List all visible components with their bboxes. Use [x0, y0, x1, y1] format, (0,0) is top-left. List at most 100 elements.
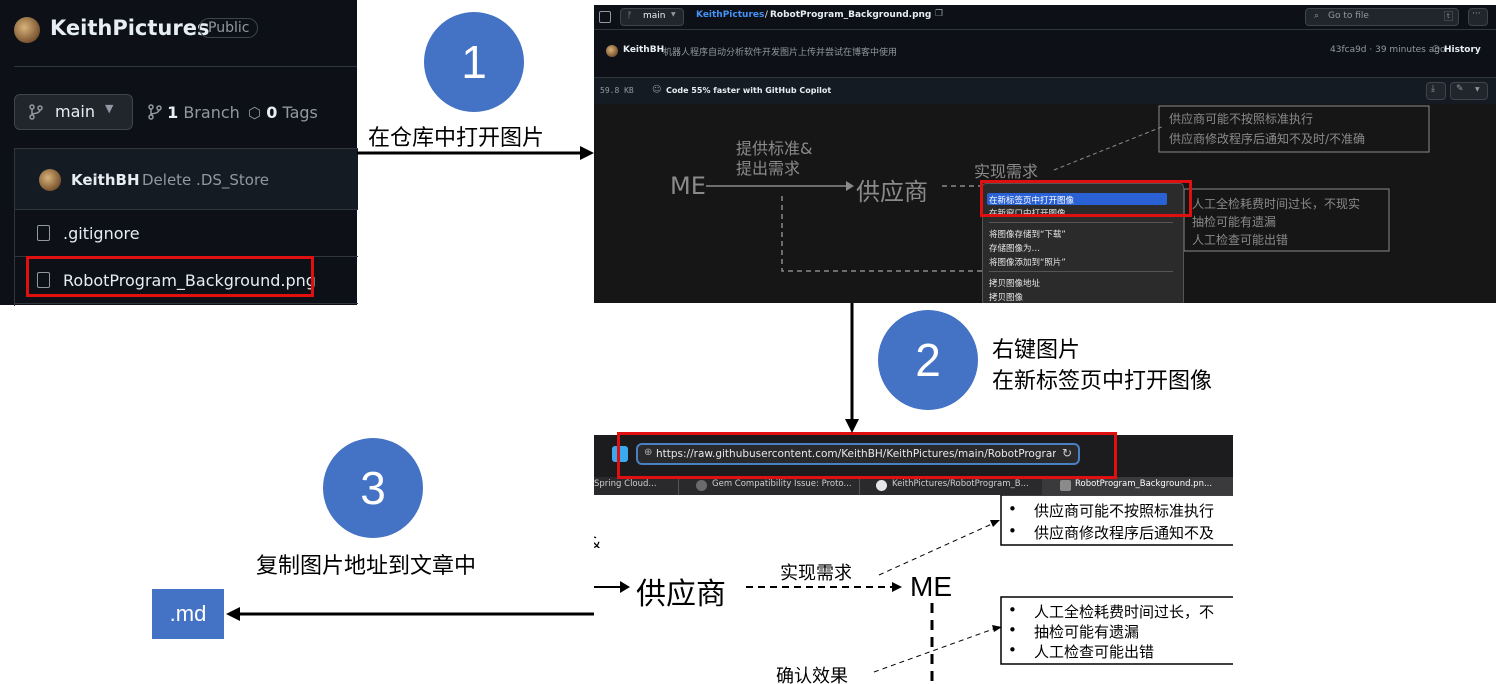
branch-icon — [29, 104, 43, 120]
arrowhead — [892, 582, 902, 592]
issue-bullet: • — [1008, 522, 1017, 540]
raw-image-view: & 供应商 实现需求 ME 确认效果 • 供应商可能不按照标准执行 • 供应商修… — [594, 495, 1233, 684]
tab[interactable]: KeithPictures/RobotProgram_B... — [892, 479, 1029, 489]
commit-message[interactable]: Delete .DS_Store — [142, 171, 269, 189]
issue-text: 人工检查可能出错 — [1034, 643, 1155, 661]
more-options-button[interactable]: ··· — [1468, 8, 1488, 26]
avatar — [14, 17, 40, 43]
issue-text: 供应商可能不按照标准执行 — [1034, 502, 1215, 520]
issue-bullet: • — [1008, 500, 1017, 518]
step-2-caption-line-2: 在新标签页中打开图像 — [992, 369, 1213, 394]
download-icon: ⤓ — [1431, 84, 1435, 94]
label-fragment: & — [594, 533, 600, 552]
copilot-promo[interactable]: Code 55% faster with GitHub Copilot — [666, 86, 831, 95]
confirm-label: 确认效果 — [776, 666, 848, 684]
markdown-file-target: .md — [152, 589, 224, 639]
preview-supplier: 供应商 — [856, 178, 928, 206]
step-1-caption: 在仓库中打开图片 — [368, 126, 545, 151]
menu-divider — [989, 222, 1173, 223]
sidebar-toggle-icon[interactable] — [599, 11, 611, 23]
latest-commit-row: KeithBH Delete .DS_Store — [15, 149, 358, 210]
branch-name: main — [643, 11, 666, 21]
avatar — [606, 45, 618, 57]
chevron-down-icon: ▼ — [1475, 86, 1480, 93]
tag-count-link[interactable]: ⬡ 0 Tags — [248, 103, 318, 122]
branch-name: main — [55, 102, 95, 121]
chevron-down-icon: ▼ — [105, 102, 114, 115]
tag-count: 0 — [266, 103, 278, 122]
branch-count: 1 — [167, 103, 179, 122]
step-2-badge: 2 — [878, 310, 978, 410]
copy-path-icon[interactable]: ❐ — [935, 9, 943, 19]
issue-text: 供应商修改程序后通知不及 — [1034, 524, 1215, 542]
step-3-badge: 3 — [323, 438, 423, 538]
issue-bullet: • — [1008, 621, 1017, 639]
repo-name[interactable]: KeithPictures — [50, 16, 209, 40]
tab-divider — [678, 477, 679, 495]
breadcrumb-file: RobotProgram_Background.png — [770, 10, 932, 20]
me-node: ME — [910, 571, 952, 602]
divider — [14, 66, 357, 67]
implement-label: 实现需求 — [780, 563, 852, 584]
arrowhead — [990, 520, 1000, 527]
preview-issue: 供应商可能不按照标准执行 — [1169, 112, 1314, 126]
kebab-icon: ··· — [1472, 9, 1481, 19]
tab[interactable]: Spring Cloud... — [594, 479, 657, 489]
chevron-down-icon: ▼ — [671, 11, 676, 18]
tab-strip: Spring Cloud... Gem Compatibility Issue:… — [594, 477, 1233, 495]
file-row[interactable]: .gitignore — [15, 210, 358, 257]
pencil-icon: ✎ — [1456, 84, 1464, 94]
menu-item-copy-image-address[interactable]: 拷贝图像地址 — [989, 277, 1040, 289]
history-icon: ◷ — [1432, 44, 1440, 54]
edit-button[interactable]: ✎ ▼ — [1450, 82, 1488, 100]
file-name[interactable]: .gitignore — [63, 224, 140, 243]
commit-meta[interactable]: 43fca9d · 39 minutes ago — [1330, 45, 1445, 55]
menu-item-save-image-as[interactable]: 存储图像为… — [989, 242, 1040, 254]
visibility-badge: Public — [199, 18, 259, 38]
avatar — [39, 169, 61, 191]
tab-divider — [859, 477, 860, 495]
search-placeholder: Go to file — [1328, 11, 1369, 21]
preview-label: 提出需求 — [736, 159, 801, 178]
commit-bar: KeithBH 机器人程序自动分析软件开发图片上传并尝试在博客中使用 43fca… — [594, 39, 1496, 63]
preview-arrowhead — [846, 181, 854, 191]
preview-dashed-loop — [781, 196, 982, 272]
repo-screenshot: KeithPictures Public main ▼ 1 Branch ⬡ 0… — [0, 0, 358, 306]
download-button[interactable]: ⤓ — [1426, 82, 1446, 100]
preview-label: 实现需求 — [974, 162, 1039, 181]
commit-author[interactable]: KeithBH — [71, 171, 140, 189]
branch-select-button[interactable]: main ▼ — [14, 94, 133, 130]
step-1-badge: 1 — [424, 12, 524, 112]
issue-bullet: • — [1008, 641, 1017, 659]
arrowhead — [620, 581, 630, 593]
go-to-file-input[interactable]: ⌕ Go to file t — [1305, 8, 1459, 26]
tag-icon: ⬡ — [248, 104, 262, 122]
branch-label: Branch — [183, 103, 240, 122]
preview-issue: 抽检可能有遗漏 — [1192, 215, 1277, 229]
highlight-box — [980, 180, 1192, 217]
issue-text: 人工全检耗费时间过长，不 — [1034, 603, 1215, 621]
step-2-caption-line-1: 右键图片 — [992, 338, 1081, 363]
arrowhead — [226, 607, 240, 621]
commit-message[interactable]: 机器人程序自动分析软件开发图片上传并尝试在博客中使用 — [663, 45, 897, 58]
history-link[interactable]: History — [1444, 45, 1481, 55]
menu-item-copy-image[interactable]: 拷贝图像 — [989, 291, 1023, 303]
step-3-caption: 复制图片地址到文章中 — [256, 554, 477, 579]
branch-select-button[interactable]: ᚠ main ▼ — [620, 8, 684, 26]
tab[interactable]: Gem Compatibility Issue: Proto... — [712, 479, 852, 489]
tab-favicon-icon — [1060, 480, 1071, 491]
arrowhead — [845, 419, 859, 433]
issue-text: 抽检可能有遗漏 — [1034, 623, 1140, 641]
preview-issue: 人工全检耗费时间过长，不现实 — [1192, 197, 1361, 211]
branch-count-link[interactable]: 1 Branch — [148, 103, 240, 122]
shortcut-key: t — [1444, 11, 1453, 21]
tab-active[interactable]: RobotProgram_Background.pn... — [1075, 479, 1212, 489]
supplier-node: 供应商 — [636, 577, 726, 612]
branch-icon — [148, 104, 162, 120]
preview-issue: 供应商修改程序后通知不及时/不准确 — [1169, 132, 1366, 146]
commit-author[interactable]: KeithBH — [623, 45, 664, 55]
file-header-bar: ᚠ main ▼ KeithPictures / RobotProgram_Ba… — [594, 5, 1496, 30]
menu-item-add-to-photos[interactable]: 将图像添加到“照片” — [989, 256, 1066, 268]
menu-item-save-to-downloads[interactable]: 将图像存储到“下载” — [989, 228, 1066, 240]
breadcrumb-repo[interactable]: KeithPictures — [696, 10, 764, 20]
